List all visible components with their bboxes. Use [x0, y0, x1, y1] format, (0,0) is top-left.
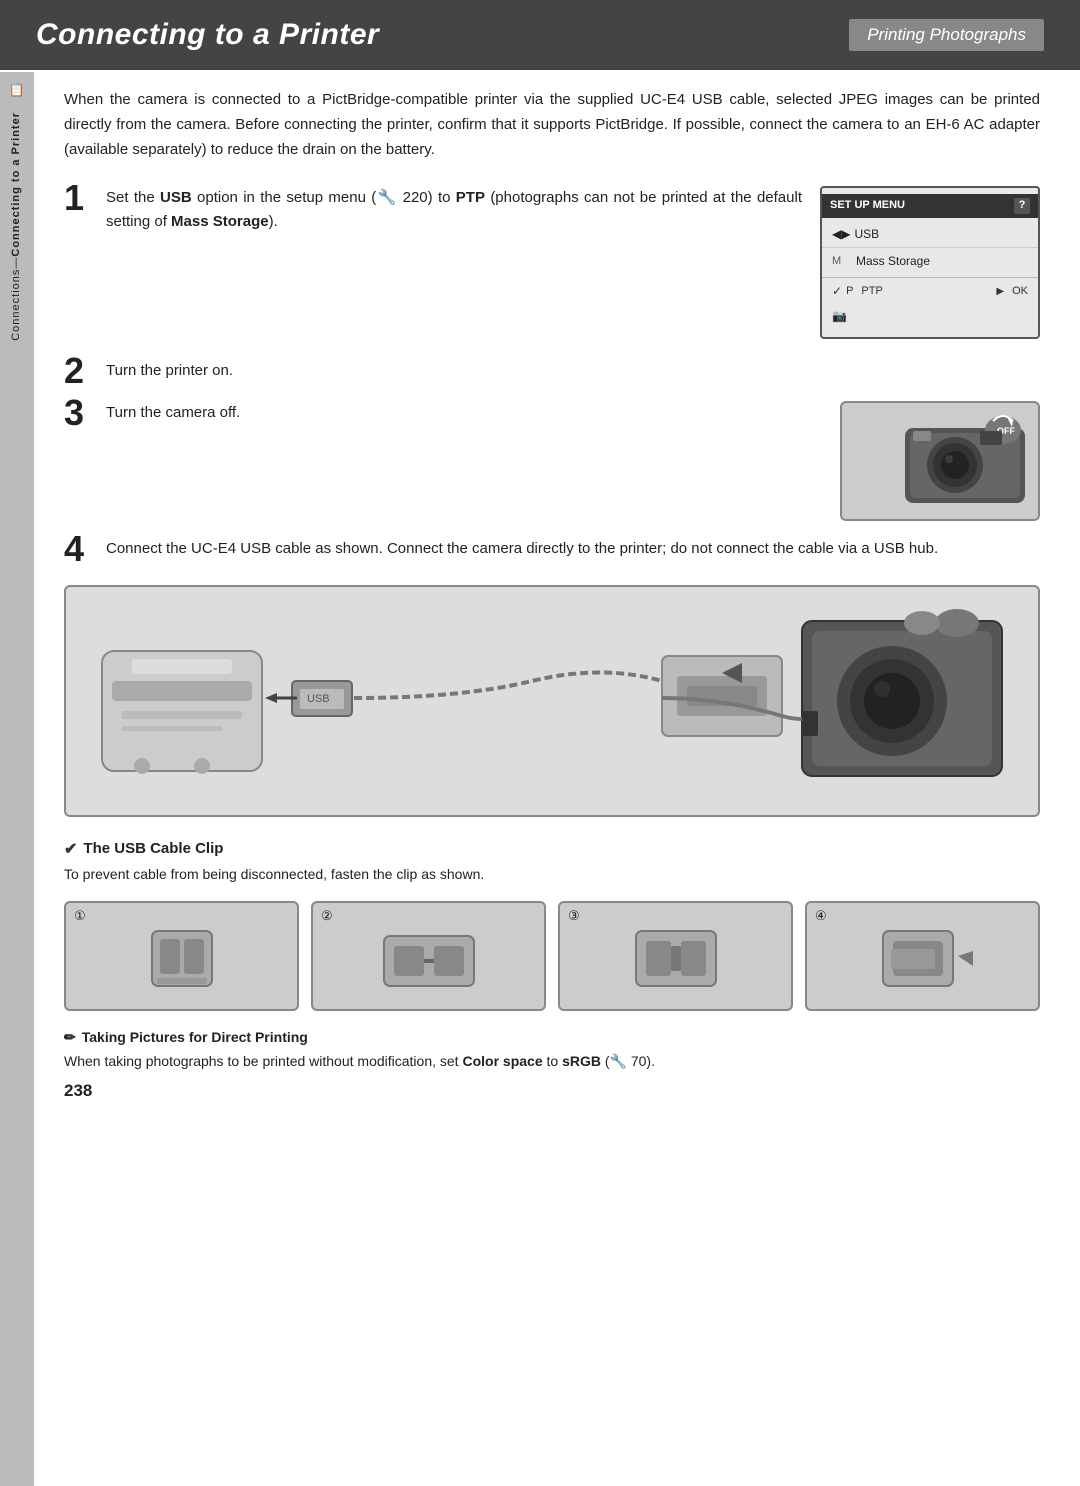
- step-1-content: Set the USB option in the setup menu (🔧 …: [106, 184, 1040, 338]
- step-1-text: Set the USB option in the setup menu (🔧 …: [106, 186, 802, 234]
- menu-usb-row: ◀▶ USB: [822, 222, 1038, 248]
- step-4-number: 4: [64, 531, 106, 567]
- intro-paragraph: When the camera is connected to a PictBr…: [64, 88, 1040, 162]
- direct-printing-title-text: Taking Pictures for Direct Printing: [82, 1029, 308, 1045]
- page-title: Connecting to a Printer: [36, 18, 379, 52]
- menu-usb-label: USB: [854, 225, 879, 244]
- usb-cable-clip-section: ✔ The USB Cable Clip To prevent cable fr…: [64, 839, 1040, 885]
- menu-question-icon: ?: [1014, 198, 1030, 214]
- clip-number-1: ①: [74, 908, 86, 924]
- clip-images-row: ① ② ③: [64, 901, 1040, 1011]
- page-number: 238: [64, 1081, 1040, 1101]
- step-3: 3 Turn the camera off. OFF: [64, 399, 1040, 521]
- step-3-text: Turn the camera off.: [106, 404, 240, 421]
- step-4-content: Connect the UC-E4 USB cable as shown. Co…: [106, 535, 1040, 561]
- menu-m-icon: M: [832, 253, 850, 271]
- clip-number-4: ④: [815, 908, 827, 924]
- pencil-icon: ✏: [64, 1029, 76, 1046]
- camera-menu-mockup: SET UP MENU ? ◀▶ USB M Mass Storage ✓ P: [820, 186, 1040, 338]
- step-2-number: 2: [64, 353, 106, 389]
- clip-number-3: ③: [568, 908, 580, 924]
- step-2-text: Turn the printer on.: [106, 362, 233, 379]
- usb-cable-clip-title-text: The USB Cable Clip: [83, 840, 223, 857]
- direct-printing-note: ✏ Taking Pictures for Direct Printing Wh…: [64, 1029, 1040, 1073]
- menu-separator: [822, 277, 1038, 278]
- clip-image-2-svg: [369, 911, 489, 1001]
- step-3-number: 3: [64, 395, 106, 431]
- step-1-number: 1: [64, 180, 106, 216]
- clip-image-3: ③: [558, 901, 793, 1011]
- step-1: 1 Set the USB option in the setup menu (…: [64, 184, 1040, 338]
- main-content: When the camera is connected to a PictBr…: [34, 70, 1080, 1135]
- menu-checkmark: ✓: [832, 282, 842, 301]
- step-4-text: Connect the UC-E4 USB cable as shown. Co…: [106, 540, 938, 557]
- menu-title: SET UP MENU: [830, 197, 905, 215]
- camera-off-svg: OFF: [845, 403, 1035, 518]
- page-header: Connecting to a Printer Printing Photogr…: [0, 0, 1080, 70]
- menu-camera-icon-row: 📷: [822, 303, 1038, 330]
- sidebar: 📋 Connections—Connecting to a Printer: [0, 72, 34, 1486]
- clip-image-1-svg: [122, 911, 242, 1001]
- clip-image-4-svg: [863, 911, 983, 1001]
- menu-mass-storage-label: Mass Storage: [856, 252, 930, 271]
- step-2: 2 Turn the printer on.: [64, 357, 1040, 389]
- usb-cable-clip-description: To prevent cable from being disconnected…: [64, 863, 1040, 885]
- step-3-content: Turn the camera off. OFF: [106, 399, 1040, 521]
- clip-image-1: ①: [64, 901, 299, 1011]
- menu-ok-label: OK: [1012, 283, 1028, 301]
- clip-image-2: ②: [311, 901, 546, 1011]
- clip-number-2: ②: [321, 908, 333, 924]
- sidebar-icon: 📋: [9, 82, 25, 98]
- menu-ptp-label: PTP: [857, 283, 992, 301]
- usb-cable-clip-title: ✔ The USB Cable Clip: [64, 839, 1040, 859]
- connection-diagram-svg: USB: [82, 601, 1022, 801]
- connection-diagram: USB: [64, 585, 1040, 817]
- step-2-content: Turn the printer on.: [106, 357, 1040, 383]
- direct-printing-text: When taking photographs to be printed wi…: [64, 1050, 1040, 1073]
- clip-image-3-svg: [616, 911, 736, 1001]
- direct-printing-title: ✏ Taking Pictures for Direct Printing: [64, 1029, 1040, 1046]
- menu-p-label: P: [846, 283, 853, 301]
- sidebar-text: Connections—Connecting to a Printer: [10, 112, 23, 341]
- step-3-text-area: Turn the camera off.: [106, 401, 822, 425]
- check-icon: ✔: [64, 839, 77, 859]
- menu-title-bar: SET UP MENU ?: [822, 194, 1038, 218]
- usb-arrow-icon: ◀▶: [832, 225, 850, 244]
- menu-ptp-row: ✓ P PTP ▶ OK: [822, 280, 1038, 303]
- camera-icon: 📷: [832, 307, 847, 326]
- camera-off-illustration: OFF: [840, 401, 1040, 521]
- svg-text:USB: USB: [307, 693, 330, 705]
- menu-item-mass-storage: M Mass Storage: [822, 248, 1038, 275]
- step-4: 4 Connect the UC-E4 USB cable as shown. …: [64, 535, 1040, 567]
- subtitle-badge: Printing Photographs: [849, 19, 1044, 51]
- clip-image-4: ④: [805, 901, 1040, 1011]
- arrow-right-icon: ▶: [996, 284, 1004, 300]
